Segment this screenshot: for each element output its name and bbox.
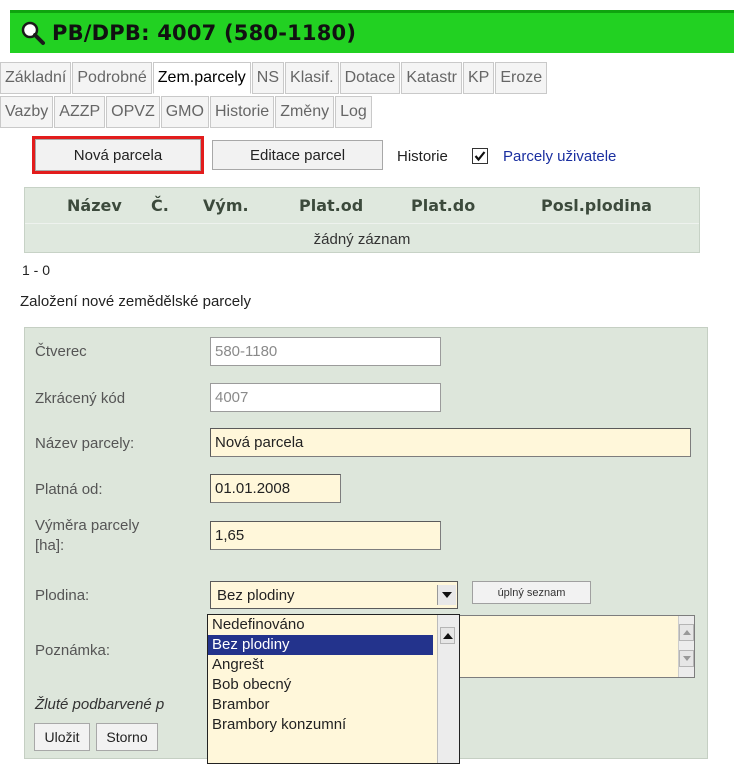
empty-row-text: žádný záznam xyxy=(25,223,699,254)
crop-options-list[interactable]: Nedefinováno Bez plodiny Angrešt Bob obe… xyxy=(207,614,460,764)
dropdown-scroll-up-icon[interactable] xyxy=(440,627,455,644)
new-parcel-button[interactable]: Nová parcela xyxy=(32,136,204,174)
ctverec-label: Čtverec xyxy=(35,343,87,360)
crop-select[interactable]: Bez plodiny xyxy=(210,581,458,609)
ctverec-field: 580-1180 xyxy=(210,337,441,366)
form-heading: Založení nové zemědělské parcely xyxy=(20,293,251,310)
user-parcels-link[interactable]: Parcely uživatele xyxy=(503,148,616,165)
tab-opvz[interactable]: OPVZ xyxy=(106,96,160,128)
tab-azzp[interactable]: AZZP xyxy=(54,96,106,128)
crop-option[interactable]: Bob obecný xyxy=(208,675,433,695)
tabs-row-secondary: Vazby AZZP OPVZ GMO Historie Změny Log xyxy=(0,96,373,128)
vymera-label-line2: [ha]: xyxy=(35,537,65,554)
required-fields-note: Žluté podbarvené p xyxy=(35,696,165,713)
column-header-vymera[interactable]: Vým. xyxy=(203,188,249,222)
scroll-down-icon[interactable] xyxy=(679,650,694,667)
parcels-table: Název Č. Vým. Plat.od Plat.do Posl.plodi… xyxy=(24,187,700,253)
tab-zmeny[interactable]: Změny xyxy=(275,96,335,128)
chevron-down-icon[interactable] xyxy=(437,585,456,605)
history-checkbox[interactable] xyxy=(472,148,488,164)
note-scrollbar[interactable] xyxy=(678,616,694,677)
plodina-label: Plodina: xyxy=(35,587,90,604)
tab-log[interactable]: Log xyxy=(335,96,372,128)
crop-option[interactable]: Angrešt xyxy=(208,655,433,675)
pager-text: 1 - 0 xyxy=(22,262,51,278)
tab-kp[interactable]: KP xyxy=(463,62,495,94)
crop-option[interactable]: Brambor xyxy=(208,695,433,715)
parcel-name-input[interactable]: Nová parcela xyxy=(210,428,691,457)
tab-historie[interactable]: Historie xyxy=(209,96,275,128)
crop-select-value: Bez plodiny xyxy=(217,586,295,604)
tab-vazby[interactable]: Vazby xyxy=(0,96,54,128)
cancel-button[interactable]: Storno xyxy=(96,723,158,751)
tab-dotace[interactable]: Dotace xyxy=(339,62,401,94)
dropdown-scrollbar[interactable] xyxy=(437,615,459,763)
column-header-nazev[interactable]: Název xyxy=(67,188,122,222)
tab-klasif[interactable]: Klasif. xyxy=(285,62,339,94)
crop-option[interactable]: Nedefinováno xyxy=(208,615,433,635)
column-header-posl-plodina[interactable]: Posl.plodina xyxy=(541,188,652,222)
tab-zem-parcely[interactable]: Zem.parcely xyxy=(152,62,251,94)
tab-podrobne[interactable]: Podrobné xyxy=(72,62,152,94)
magnifier-icon xyxy=(21,21,45,45)
kod-field: 4007 xyxy=(210,383,441,412)
valid-from-input[interactable]: 01.01.2008 xyxy=(210,474,341,503)
column-header-plat-do[interactable]: Plat.do xyxy=(411,188,475,222)
crop-option-selected[interactable]: Bez plodiny xyxy=(208,635,433,655)
edit-parcels-button[interactable]: Editace parcel xyxy=(212,140,383,170)
crop-option[interactable]: Brambory konzumní xyxy=(208,715,433,735)
column-header-cislo[interactable]: Č. xyxy=(151,188,169,222)
history-label: Historie xyxy=(397,148,448,165)
tab-eroze[interactable]: Eroze xyxy=(495,62,548,94)
platna-od-label: Platná od: xyxy=(35,481,103,498)
vymera-label-line1: Výměra parcely xyxy=(35,517,140,534)
tab-ns[interactable]: NS xyxy=(251,62,285,94)
full-list-button[interactable]: úplný seznam xyxy=(472,581,591,604)
save-button[interactable]: Uložit xyxy=(34,723,90,751)
kod-label: Zkrácený kód xyxy=(35,390,126,407)
window-title: PB/DPB: 4007 (580-1180) xyxy=(52,21,357,45)
scroll-up-icon[interactable] xyxy=(679,624,694,641)
area-input[interactable]: 1,65 xyxy=(210,521,441,550)
poznamka-label: Poznámka: xyxy=(35,642,111,659)
window-title-bar: PB/DPB: 4007 (580-1180) xyxy=(10,10,734,53)
tabs-row-primary: Základní Podrobné Zem.parcely NS Klasif.… xyxy=(0,62,548,94)
nazev-label: Název parcely: xyxy=(35,435,135,452)
column-header-plat-od[interactable]: Plat.od xyxy=(299,188,363,222)
tab-gmo[interactable]: GMO xyxy=(160,96,209,128)
tab-katastr[interactable]: Katastr xyxy=(401,62,462,94)
tab-zakladni[interactable]: Základní xyxy=(0,62,72,94)
checkmark-icon xyxy=(474,151,486,162)
